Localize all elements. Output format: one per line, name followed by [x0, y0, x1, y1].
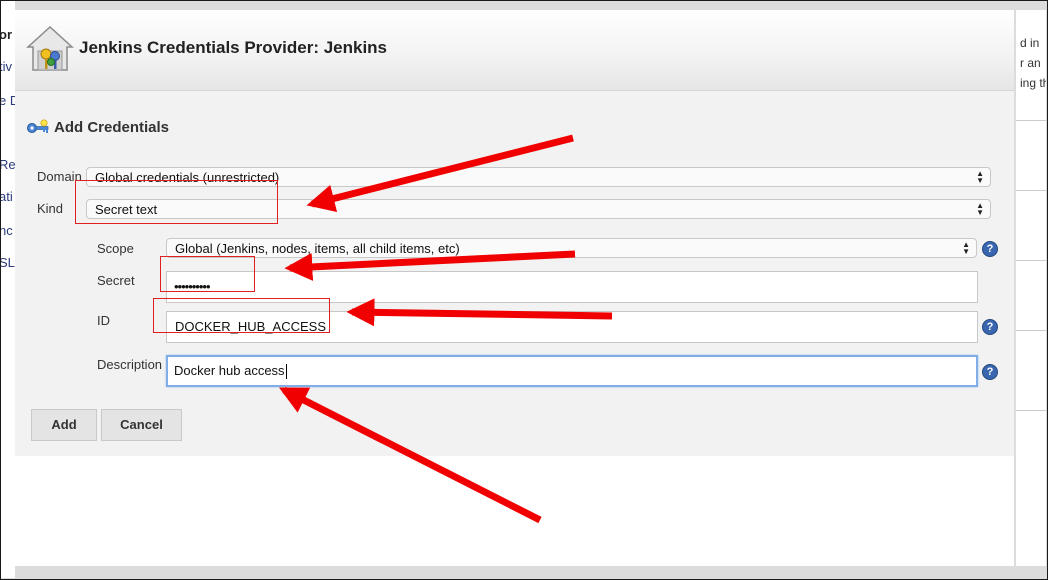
description-input[interactable]: Docker hub access — [166, 355, 978, 387]
key-icon — [27, 119, 49, 133]
scope-value: Global (Jenkins, nodes, items, all child… — [175, 241, 460, 256]
secret-highlight-box — [160, 256, 255, 292]
scope-help-icon[interactable]: ? — [982, 241, 998, 257]
select-arrows-icon: ▲ ▼ — [962, 240, 970, 256]
bg-divider — [1016, 260, 1046, 261]
bg-divider — [1016, 330, 1046, 331]
scope-select[interactable]: Global (Jenkins, nodes, items, all child… — [166, 238, 977, 258]
scope-label: Scope — [97, 241, 134, 256]
bg-text: e D — [1, 93, 15, 108]
description-help-icon[interactable]: ? — [982, 364, 998, 380]
bg-text: or — [1, 27, 12, 42]
add-button[interactable]: Add — [31, 409, 97, 441]
bg-divider — [1016, 120, 1046, 121]
kind-highlight-box — [75, 180, 278, 224]
select-arrows-icon: ▲ ▼ — [976, 169, 984, 185]
bg-divider — [1016, 410, 1046, 411]
background-page-left: or tiv e D Re ati nc SL — [1, 1, 15, 578]
bg-text: Re — [1, 157, 15, 172]
background-page-right: d in r an ing th — [1016, 10, 1046, 566]
select-arrows-icon: ▲ ▼ — [976, 201, 984, 217]
bg-text: ing th — [1020, 76, 1046, 90]
bg-text: r an — [1020, 56, 1041, 70]
bg-text: nc — [1, 223, 13, 238]
dialog-header: Jenkins Credentials Provider: Jenkins — [15, 10, 1014, 91]
bg-text: SL — [1, 255, 15, 270]
bg-divider — [1016, 190, 1046, 191]
bg-text: ati — [1, 189, 13, 204]
section-title: Add Credentials — [54, 119, 170, 136]
bg-text: d in — [1020, 36, 1040, 50]
text-cursor — [285, 364, 287, 380]
id-label: ID — [97, 313, 110, 328]
dialog-title: Jenkins Credentials Provider: Jenkins — [79, 38, 388, 57]
id-help-icon[interactable]: ? — [982, 319, 998, 335]
cancel-button[interactable]: Cancel — [101, 409, 182, 441]
description-label: Description — [97, 357, 163, 372]
id-highlight-box — [153, 298, 330, 333]
secret-label: Secret — [97, 273, 135, 288]
bg-text: tiv — [1, 59, 12, 74]
jenkins-house-key-icon — [26, 25, 74, 71]
description-value: Docker hub access — [174, 363, 285, 378]
kind-label: Kind — [37, 201, 64, 216]
